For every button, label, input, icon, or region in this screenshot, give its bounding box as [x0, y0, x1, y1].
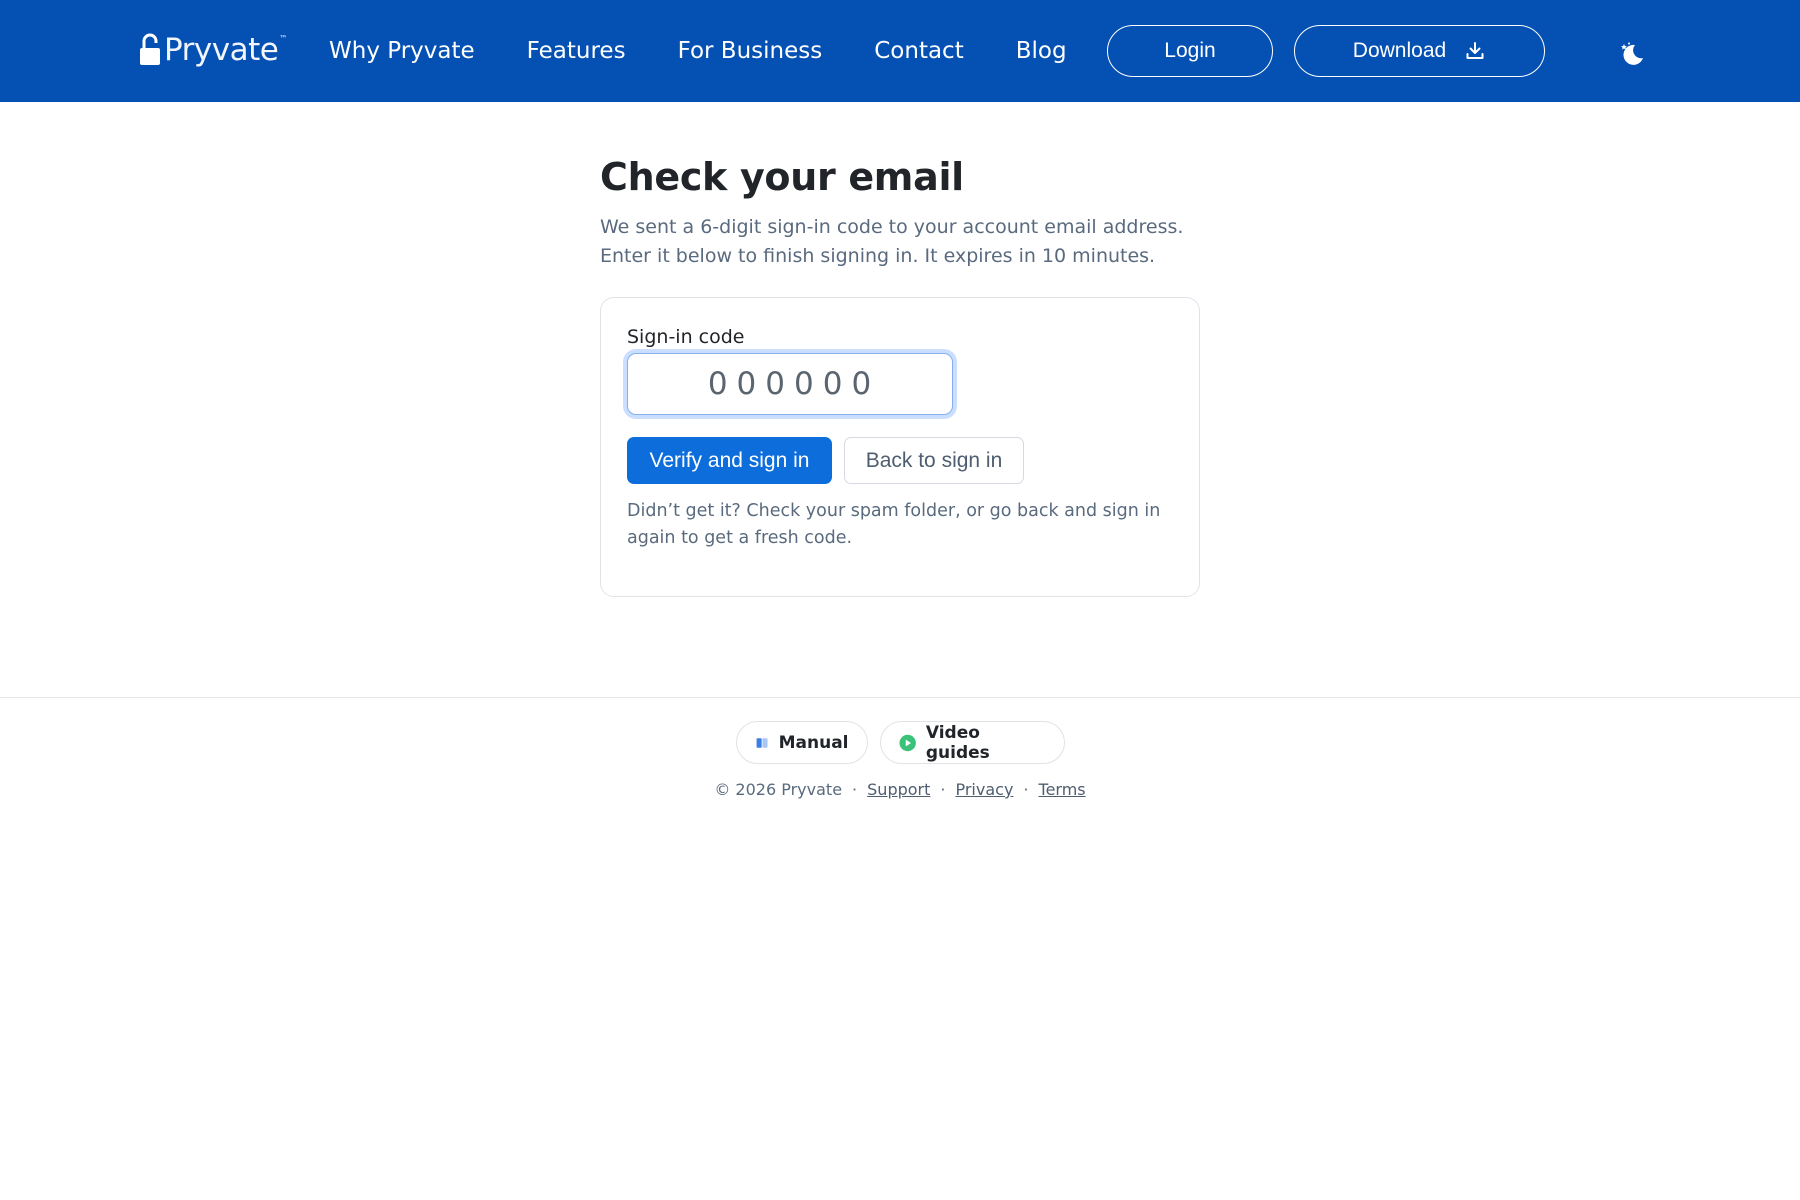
footer-separator: ·: [1023, 780, 1029, 799]
main-content: Check your email We sent a 6-digit sign-…: [600, 155, 1200, 271]
verify-and-sign-in-button[interactable]: Verify and sign in: [627, 437, 832, 484]
footer-link-support[interactable]: Support: [867, 780, 930, 799]
page-description: We sent a 6-digit sign-in code to your a…: [600, 215, 1184, 267]
copyright-text: © 2026 Pryvate: [714, 780, 843, 799]
login-button-label: Login: [1164, 39, 1216, 62]
manual-link[interactable]: Manual: [735, 721, 868, 764]
nav-link-for-business[interactable]: For Business: [678, 38, 823, 64]
logo-wordmark: Pryvate: [164, 31, 279, 68]
help-text: Didn’t get it? Check your spam folder, o…: [627, 501, 1161, 548]
footer-pill-links: Manual Video guides: [0, 721, 1800, 764]
dark-mode-toggle-icon[interactable]: [1618, 40, 1646, 68]
main-nav: Why Pryvate Features For Business Contac…: [329, 0, 1119, 102]
back-to-sign-in-button[interactable]: Back to sign in: [844, 437, 1024, 484]
sign-in-code-card: Sign-in code Verify and sign in Back to …: [600, 297, 1200, 597]
footer-link-terms[interactable]: Terms: [1039, 780, 1086, 799]
footer-bottom-bar: © 2026 Pryvate · Support · Privacy · Ter…: [0, 780, 1800, 799]
download-button[interactable]: Download: [1294, 25, 1545, 77]
nav-link-features[interactable]: Features: [527, 38, 626, 64]
nav-link-why-pryvate[interactable]: Why Pryvate: [329, 38, 475, 64]
play-circle-icon: [898, 734, 916, 751]
footer-divider: [0, 697, 1800, 698]
unlocked-padlock-icon: [140, 33, 160, 65]
top-navbar: Pryvate ™ Why Pryvate Features For Busin…: [0, 0, 1800, 102]
download-button-label: Download: [1352, 39, 1447, 62]
sign-in-code-label: Sign-in code: [627, 326, 745, 348]
footer-link-privacy[interactable]: Privacy: [955, 780, 1013, 799]
video-guides-link-label: Video guides: [925, 722, 990, 763]
download-icon: [1466, 42, 1484, 59]
sign-in-code-input[interactable]: [627, 353, 953, 415]
footer-separator: ·: [852, 780, 858, 799]
trademark-symbol: ™: [279, 33, 288, 43]
nav-link-contact[interactable]: Contact: [874, 38, 963, 64]
login-button[interactable]: Login: [1107, 25, 1273, 77]
video-guides-link[interactable]: Video guides: [879, 721, 1065, 764]
page-title: Check your email: [600, 155, 964, 199]
book-icon: [756, 737, 768, 748]
pryvate-logo[interactable]: Pryvate ™: [138, 28, 287, 72]
footer-separator: ·: [940, 780, 946, 799]
manual-link-label: Manual: [778, 732, 849, 753]
nav-link-blog[interactable]: Blog: [1016, 38, 1067, 64]
